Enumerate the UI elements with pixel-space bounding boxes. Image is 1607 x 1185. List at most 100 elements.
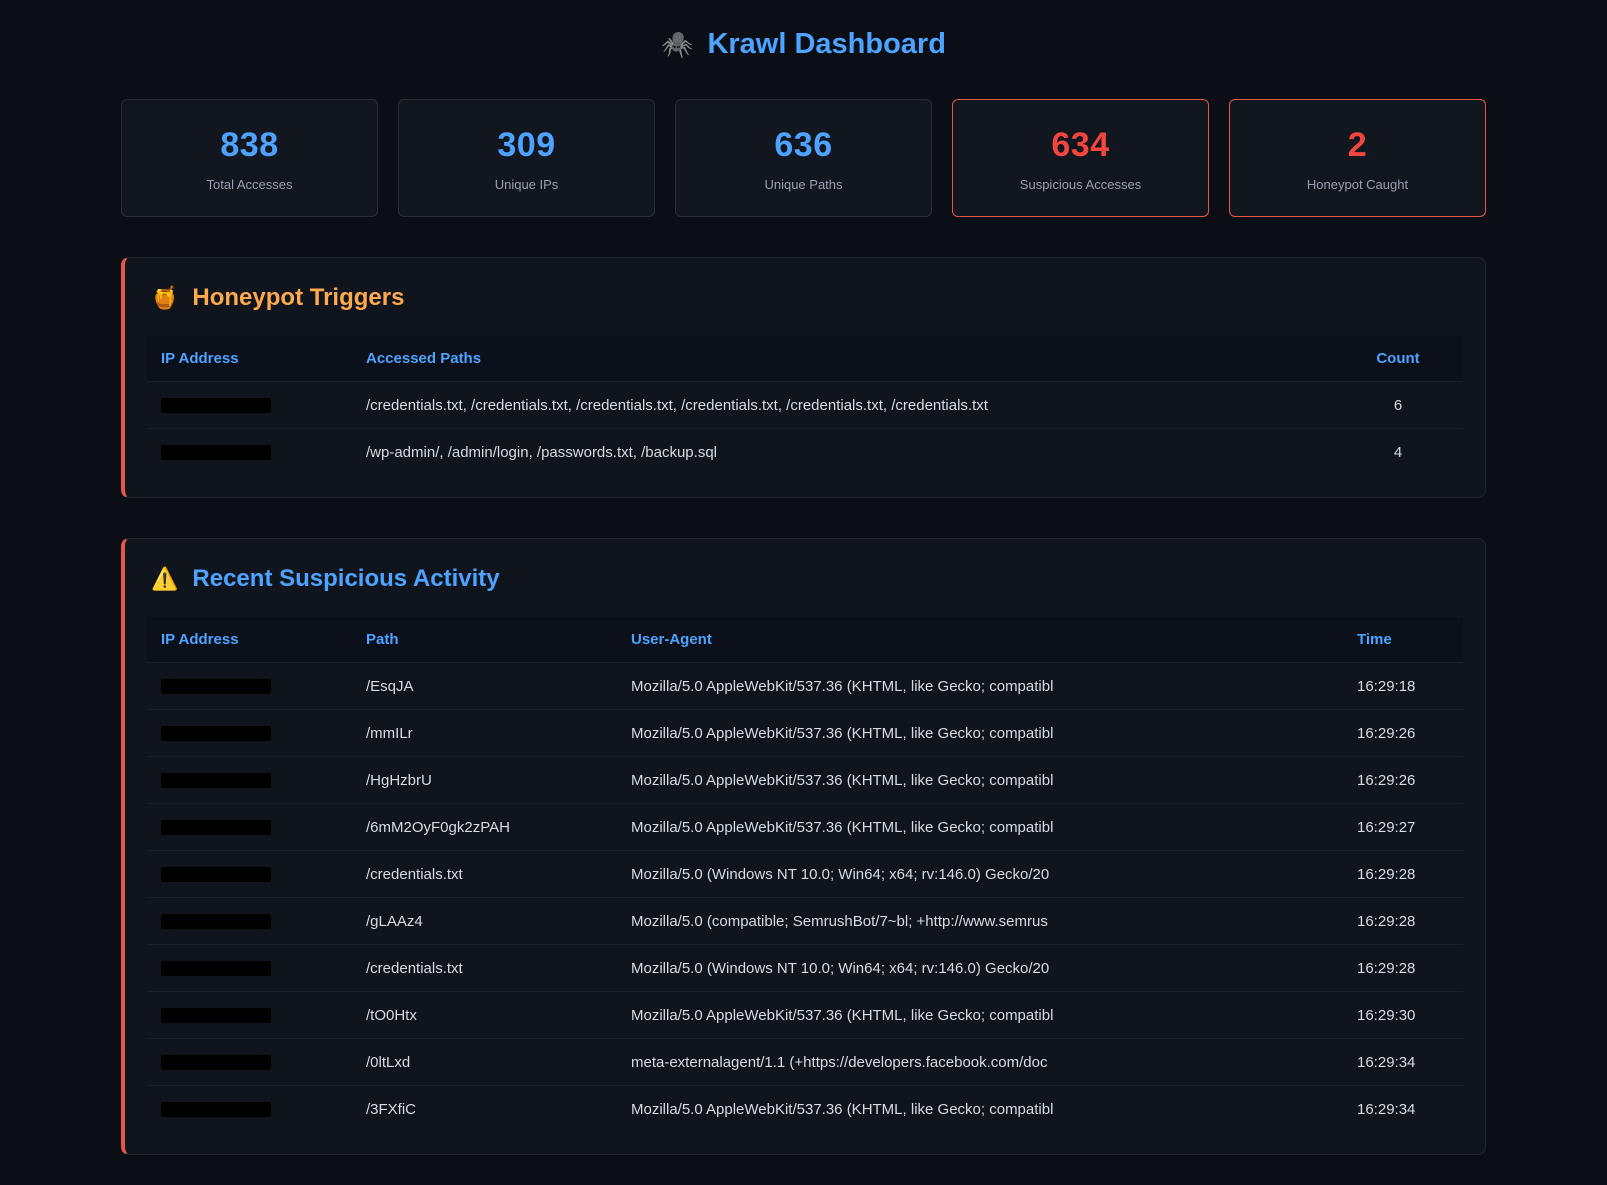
path-cell: /HgHzbrU [352, 757, 617, 804]
suspicious-table-row: /gLAAz4 Mozilla/5.0 (compatible; Semrush… [147, 898, 1463, 945]
column-header-ip: IP Address [147, 336, 352, 382]
user-agent-cell: Mozilla/5.0 (compatible; SemrushBot/7~bl… [617, 898, 1343, 945]
ip-cell [147, 1086, 352, 1133]
suspicious-table-row: /0ltLxd meta-externalagent/1.1 (+https:/… [147, 1039, 1463, 1086]
user-agent-cell: Mozilla/5.0 AppleWebKit/537.36 (KHTML, l… [617, 1086, 1343, 1133]
warning-icon: ⚠️ [151, 566, 178, 592]
stat-card-suspicious-accesses: 634 Suspicious Accesses [952, 99, 1209, 217]
stat-card-total-accesses: 838 Total Accesses [121, 99, 378, 217]
redacted-ip-bar [161, 867, 271, 882]
time-cell: 16:29:28 [1343, 851, 1463, 898]
redacted-ip-bar [161, 445, 271, 460]
suspicious-section-title: ⚠️ Recent Suspicious Activity [151, 565, 1463, 593]
count-cell: 6 [1333, 382, 1463, 429]
path-cell: /3FXfiC [352, 1086, 617, 1133]
user-agent-cell: Mozilla/5.0 (Windows NT 10.0; Win64; x64… [617, 945, 1343, 992]
path-cell: /gLAAz4 [352, 898, 617, 945]
stat-value: 634 [963, 126, 1198, 165]
user-agent-cell: meta-externalagent/1.1 (+https://develop… [617, 1039, 1343, 1086]
path-cell: /tO0Htx [352, 992, 617, 1039]
page-title: 🕷️ Krawl Dashboard [661, 28, 946, 61]
redacted-ip-bar [161, 961, 271, 976]
redacted-ip-bar [161, 914, 271, 929]
path-cell: /6mM2OyF0gk2zPAH [352, 804, 617, 851]
suspicious-table-row: /EsqJA Mozilla/5.0 AppleWebKit/537.36 (K… [147, 663, 1463, 710]
stat-label: Honeypot Caught [1240, 177, 1475, 192]
time-cell: 16:29:28 [1343, 945, 1463, 992]
accessed-paths-cell: /credentials.txt, /credentials.txt, /cre… [352, 382, 1333, 429]
page-header: 🕷️ Krawl Dashboard [121, 28, 1486, 61]
user-agent-cell: Mozilla/5.0 AppleWebKit/537.36 (KHTML, l… [617, 663, 1343, 710]
count-cell: 4 [1333, 429, 1463, 476]
column-header-ip: IP Address [147, 617, 352, 663]
stat-label: Suspicious Accesses [963, 177, 1198, 192]
redacted-ip-bar [161, 773, 271, 788]
suspicious-activity-table: IP Address Path User-Agent Time /EsqJA M… [147, 617, 1463, 1132]
redacted-ip-bar [161, 1008, 271, 1023]
stat-label: Unique Paths [686, 177, 921, 192]
time-cell: 16:29:26 [1343, 710, 1463, 757]
suspicious-activity-section: ⚠️ Recent Suspicious Activity IP Address… [121, 538, 1486, 1155]
path-cell: /credentials.txt [352, 851, 617, 898]
honeypot-table-header-row: IP Address Accessed Paths Count [147, 336, 1463, 382]
user-agent-cell: Mozilla/5.0 (Windows NT 10.0; Win64; x64… [617, 851, 1343, 898]
ip-cell [147, 804, 352, 851]
ip-cell [147, 898, 352, 945]
path-cell: /mmILr [352, 710, 617, 757]
redacted-ip-bar [161, 726, 271, 741]
stat-card-unique-paths: 636 Unique Paths [675, 99, 932, 217]
redacted-ip-bar [161, 398, 271, 413]
stats-row: 838 Total Accesses 309 Unique IPs 636 Un… [121, 99, 1486, 217]
path-cell: /EsqJA [352, 663, 617, 710]
dashboard-container: 🕷️ Krawl Dashboard 838 Total Accesses 30… [121, 0, 1486, 1185]
user-agent-cell: Mozilla/5.0 AppleWebKit/537.36 (KHTML, l… [617, 992, 1343, 1039]
time-cell: 16:29:26 [1343, 757, 1463, 804]
stat-label: Total Accesses [132, 177, 367, 192]
page-title-text: Krawl Dashboard [707, 28, 946, 61]
column-header-time: Time [1343, 617, 1463, 663]
honeypot-table: IP Address Accessed Paths Count /credent… [147, 336, 1463, 475]
stat-value: 838 [132, 126, 367, 165]
suspicious-table-row: /credentials.txt Mozilla/5.0 (Windows NT… [147, 945, 1463, 992]
user-agent-cell: Mozilla/5.0 AppleWebKit/537.36 (KHTML, l… [617, 710, 1343, 757]
stat-value: 636 [686, 126, 921, 165]
stat-label: Unique IPs [409, 177, 644, 192]
user-agent-cell: Mozilla/5.0 AppleWebKit/537.36 (KHTML, l… [617, 757, 1343, 804]
ip-cell [147, 710, 352, 757]
suspicious-table-row: /mmILr Mozilla/5.0 AppleWebKit/537.36 (K… [147, 710, 1463, 757]
honeypot-table-row: /credentials.txt, /credentials.txt, /cre… [147, 382, 1463, 429]
honeypot-title-text: Honeypot Triggers [192, 284, 404, 312]
path-cell: /0ltLxd [352, 1039, 617, 1086]
ip-cell [147, 663, 352, 710]
time-cell: 16:29:27 [1343, 804, 1463, 851]
suspicious-table-row: /3FXfiC Mozilla/5.0 AppleWebKit/537.36 (… [147, 1086, 1463, 1133]
ip-cell [147, 1039, 352, 1086]
ip-cell [147, 757, 352, 804]
column-header-user-agent: User-Agent [617, 617, 1343, 663]
suspicious-table-row: /HgHzbrU Mozilla/5.0 AppleWebKit/537.36 … [147, 757, 1463, 804]
stat-value: 309 [409, 126, 644, 165]
ip-cell [147, 992, 352, 1039]
suspicious-table-row: /tO0Htx Mozilla/5.0 AppleWebKit/537.36 (… [147, 992, 1463, 1039]
ip-cell [147, 429, 352, 476]
suspicious-table-row: /credentials.txt Mozilla/5.0 (Windows NT… [147, 851, 1463, 898]
suspicious-table-row: /6mM2OyF0gk2zPAH Mozilla/5.0 AppleWebKit… [147, 804, 1463, 851]
column-header-path: Path [352, 617, 617, 663]
time-cell: 16:29:18 [1343, 663, 1463, 710]
ip-cell [147, 945, 352, 992]
time-cell: 16:29:34 [1343, 1039, 1463, 1086]
stat-card-honeypot-caught: 2 Honeypot Caught [1229, 99, 1486, 217]
column-header-count: Count [1333, 336, 1463, 382]
redacted-ip-bar [161, 679, 271, 694]
time-cell: 16:29:30 [1343, 992, 1463, 1039]
honeypot-icon: 🍯 [151, 285, 178, 311]
accessed-paths-cell: /wp-admin/, /admin/login, /passwords.txt… [352, 429, 1333, 476]
redacted-ip-bar [161, 1055, 271, 1070]
ip-cell [147, 382, 352, 429]
honeypot-triggers-section: 🍯 Honeypot Triggers IP Address Accessed … [121, 257, 1486, 498]
redacted-ip-bar [161, 1102, 271, 1117]
spider-icon: 🕷️ [661, 29, 693, 60]
time-cell: 16:29:34 [1343, 1086, 1463, 1133]
time-cell: 16:29:28 [1343, 898, 1463, 945]
column-header-paths: Accessed Paths [352, 336, 1333, 382]
